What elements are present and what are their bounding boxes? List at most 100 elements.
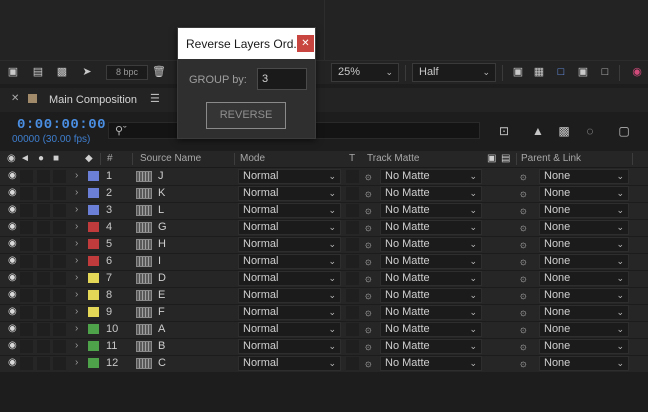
pickwhip-icon[interactable]: ۞ xyxy=(365,357,371,370)
track-matte-dropdown[interactable]: No Matte ⌄ xyxy=(380,186,482,201)
blend-mode-dropdown[interactable]: Normal ⌄ xyxy=(238,339,341,354)
parent-pickwhip-icon[interactable]: ۞ xyxy=(520,306,526,319)
lock-toggle[interactable] xyxy=(53,187,66,200)
audio-toggle[interactable] xyxy=(20,323,33,336)
solo-toggle[interactable] xyxy=(37,170,50,183)
track-matte-dropdown[interactable]: No Matte ⌄ xyxy=(380,254,482,269)
parent-pickwhip-icon[interactable]: ۞ xyxy=(520,272,526,285)
preserve-transparency-toggle[interactable] xyxy=(346,255,359,268)
preserve-transparency-toggle[interactable] xyxy=(346,306,359,319)
parent-pickwhip-icon[interactable]: ۞ xyxy=(520,289,526,302)
preserve-transparency-toggle[interactable] xyxy=(346,357,359,370)
preserve-transparency-toggle[interactable] xyxy=(346,221,359,234)
track-matte-dropdown[interactable]: No Matte ⌄ xyxy=(380,356,482,371)
chevron-right-icon[interactable]: › xyxy=(75,255,78,266)
track-matte-dropdown[interactable]: No Matte ⌄ xyxy=(380,288,482,303)
lock-toggle[interactable] xyxy=(53,306,66,319)
lock-toggle[interactable] xyxy=(53,221,66,234)
close-icon[interactable]: ✕ xyxy=(297,35,314,52)
layer-row[interactable]: ◉ › 12 C Normal ⌄ ۞ No Matte ⌄ ۞ None ⌄ xyxy=(0,355,648,372)
label-color-swatch[interactable] xyxy=(88,290,99,300)
audio-toggle[interactable] xyxy=(20,204,33,217)
label-color-swatch[interactable] xyxy=(88,358,99,368)
chevron-right-icon[interactable]: › xyxy=(75,306,78,317)
parent-dropdown[interactable]: None ⌄ xyxy=(539,322,629,337)
chevron-right-icon[interactable]: › xyxy=(75,238,78,249)
chevron-right-icon[interactable]: › xyxy=(75,187,78,198)
blend-mode-dropdown[interactable]: Normal ⌄ xyxy=(238,169,341,184)
preserve-transparency-toggle[interactable] xyxy=(346,204,359,217)
track-matte-dropdown[interactable]: No Matte ⌄ xyxy=(380,203,482,218)
label-color-swatch[interactable] xyxy=(88,205,99,215)
parent-pickwhip-icon[interactable]: ۞ xyxy=(520,255,526,268)
audio-toggle[interactable] xyxy=(20,340,33,353)
layer-row[interactable]: ◉ › 11 B Normal ⌄ ۞ No Matte ⌄ ۞ None ⌄ xyxy=(0,338,648,355)
solo-toggle[interactable] xyxy=(37,221,50,234)
audio-toggle[interactable] xyxy=(20,238,33,251)
motion-blur-icon[interactable]: ◌ xyxy=(582,124,598,138)
audio-toggle[interactable] xyxy=(20,221,33,234)
audio-toggle[interactable] xyxy=(20,272,33,285)
layer-source-name[interactable]: L xyxy=(158,204,164,216)
label-color-swatch[interactable] xyxy=(88,324,99,334)
layer-source-name[interactable]: F xyxy=(158,306,165,318)
column-mode[interactable]: Mode xyxy=(240,153,265,164)
parent-pickwhip-icon[interactable]: ۞ xyxy=(520,238,526,251)
audio-toggle[interactable] xyxy=(20,187,33,200)
track-matte-dropdown[interactable]: No Matte ⌄ xyxy=(380,169,482,184)
lock-toggle[interactable] xyxy=(53,357,66,370)
solo-toggle[interactable] xyxy=(37,204,50,217)
solo-toggle[interactable] xyxy=(37,187,50,200)
parent-dropdown[interactable]: None ⌄ xyxy=(539,220,629,235)
parent-pickwhip-icon[interactable]: ۞ xyxy=(520,187,526,200)
region-of-interest-icon[interactable]: ▣ xyxy=(511,66,525,79)
pickwhip-icon[interactable]: ۞ xyxy=(365,306,371,319)
parent-dropdown[interactable]: None ⌄ xyxy=(539,186,629,201)
label-color-swatch[interactable] xyxy=(88,171,99,181)
mask-path-icon[interactable]: □ xyxy=(554,66,568,79)
snapshot-icon[interactable]: ▣ xyxy=(6,66,20,79)
chevron-right-icon[interactable]: › xyxy=(75,204,78,215)
layer-source-name[interactable]: G xyxy=(158,221,167,233)
audio-toggle[interactable] xyxy=(20,357,33,370)
matte-alpha-icon[interactable]: ▣ xyxy=(487,153,496,164)
track-matte-dropdown[interactable]: No Matte ⌄ xyxy=(380,322,482,337)
eye-icon[interactable]: ◉ xyxy=(8,307,18,317)
blend-mode-dropdown[interactable]: Normal ⌄ xyxy=(238,203,341,218)
chevron-right-icon[interactable]: › xyxy=(75,289,78,300)
layer-source-name[interactable]: I xyxy=(158,255,161,267)
parent-dropdown[interactable]: None ⌄ xyxy=(539,305,629,320)
pickwhip-icon[interactable]: ۞ xyxy=(365,187,371,200)
preserve-transparency-toggle[interactable] xyxy=(346,289,359,302)
chevron-right-icon[interactable]: › xyxy=(75,272,78,283)
layer-row[interactable]: ◉ › 6 I Normal ⌄ ۞ No Matte ⌄ ۞ None ⌄ xyxy=(0,253,648,270)
track-matte-dropdown[interactable]: No Matte ⌄ xyxy=(380,220,482,235)
matte-invert-icon[interactable]: ▤ xyxy=(501,153,510,164)
label-color-swatch[interactable] xyxy=(88,307,99,317)
preserve-transparency-toggle[interactable] xyxy=(346,187,359,200)
eye-icon[interactable]: ◉ xyxy=(8,205,18,215)
label-color-swatch[interactable] xyxy=(88,256,99,266)
track-matte-dropdown[interactable]: No Matte ⌄ xyxy=(380,339,482,354)
blend-mode-dropdown[interactable]: Normal ⌄ xyxy=(238,254,341,269)
parent-pickwhip-icon[interactable]: ۞ xyxy=(520,170,526,183)
draft-3d-icon[interactable]: ▲ xyxy=(530,124,546,138)
column-t[interactable]: T xyxy=(349,153,355,164)
video-visibility-icon[interactable]: ◉ xyxy=(7,153,16,164)
solo-toggle[interactable] xyxy=(37,255,50,268)
pickwhip-icon[interactable]: ۞ xyxy=(365,238,371,251)
parent-pickwhip-icon[interactable]: ۞ xyxy=(520,323,526,336)
track-matte-dropdown[interactable]: No Matte ⌄ xyxy=(380,237,482,252)
eye-icon[interactable]: ◉ xyxy=(8,171,18,181)
pickwhip-icon[interactable]: ۞ xyxy=(365,289,371,302)
current-time-display[interactable]: 0:00:00:00 xyxy=(17,117,106,133)
lock-toggle[interactable] xyxy=(53,204,66,217)
track-matte-dropdown[interactable]: No Matte ⌄ xyxy=(380,305,482,320)
layer-row[interactable]: ◉ › 5 H Normal ⌄ ۞ No Matte ⌄ ۞ None ⌄ xyxy=(0,236,648,253)
chevron-right-icon[interactable]: › xyxy=(75,323,78,334)
blend-mode-dropdown[interactable]: Normal ⌄ xyxy=(238,356,341,371)
eye-icon[interactable]: ◉ xyxy=(8,341,18,351)
blend-mode-dropdown[interactable]: Normal ⌄ xyxy=(238,288,341,303)
zoom-dropdown[interactable]: 25% ⌄ xyxy=(331,63,399,82)
audio-toggle[interactable] xyxy=(20,255,33,268)
